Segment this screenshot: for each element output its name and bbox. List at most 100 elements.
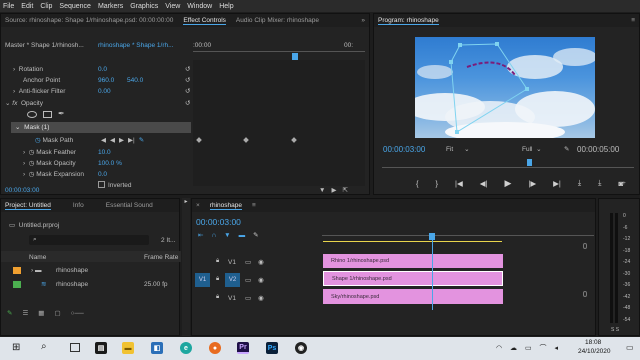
add-button-icon[interactable]: + [622, 178, 626, 188]
stopwatch-icon[interactable]: ◷ [29, 159, 35, 167]
timeline-timecode[interactable]: 00:00:03:00 [196, 217, 241, 227]
task-view-icon[interactable] [70, 343, 80, 352]
lock-icon[interactable]: 🔒︎ [216, 258, 219, 265]
mask-label[interactable]: Mask (1) [24, 124, 49, 131]
store-icon[interactable]: ◧ [151, 342, 163, 354]
reset-icon[interactable]: ↺ [185, 98, 190, 108]
menu-item-window[interactable]: Window [187, 3, 212, 10]
reset-icon[interactable]: ↺ [185, 64, 190, 74]
settings-wrench-icon[interactable]: ✎ [253, 231, 258, 239]
stopwatch-icon[interactable]: ◷ [29, 170, 35, 178]
reset-icon[interactable]: ↺ [185, 86, 190, 96]
menu-item-file[interactable]: File [3, 3, 14, 10]
magnet-icon[interactable]: ∩ [211, 232, 216, 239]
col-name[interactable]: Name [29, 252, 46, 262]
zoom-slider-icon[interactable]: ○── [71, 310, 84, 317]
track-forward-icon[interactable]: ▶ [119, 136, 124, 144]
step-back-icon[interactable]: ◀ [101, 136, 106, 144]
step-back-icon[interactable]: ◀| [480, 179, 488, 188]
eye-icon[interactable]: ◉ [258, 258, 264, 266]
file-explorer-icon[interactable]: ▤ [95, 342, 107, 354]
edge-icon[interactable]: e [180, 342, 192, 354]
ec-ruler[interactable] [193, 51, 365, 52]
tab-audio-mixer[interactable]: Audio Clip Mixer: rhinoshape [236, 17, 319, 24]
inverted-checkbox[interactable] [98, 181, 105, 188]
rotation-value[interactable]: 0.0 [98, 64, 107, 74]
expansion-value[interactable]: 0.0 [98, 169, 107, 179]
sync-lock-icon[interactable]: ▭ [245, 258, 251, 266]
notification-icon[interactable]: ▭ [626, 343, 634, 352]
icon-view-icon[interactable]: ▦ [38, 309, 44, 317]
master-label[interactable]: Master * Shape 1/rhinosh... [5, 40, 84, 50]
program-timebar[interactable] [382, 167, 634, 168]
eye-icon[interactable]: ◉ [258, 294, 264, 302]
quality-dropdown[interactable]: Full ⌄ [522, 144, 542, 154]
chevron-right-icon[interactable]: › [23, 160, 25, 167]
track-label-v3[interactable]: V1 [228, 257, 236, 267]
fit-dropdown[interactable]: Fit ⌄ [446, 144, 470, 154]
mark-in-icon[interactable]: { [416, 179, 419, 188]
chevron-right-icon[interactable]: › [13, 66, 15, 73]
panel-menu-icon[interactable]: ≡ [631, 17, 635, 24]
clock-time[interactable]: 18:08 [585, 339, 601, 346]
menu-item-edit[interactable]: Edit [21, 3, 33, 10]
play-icon[interactable]: ▶ [504, 178, 511, 189]
anchor-y-value[interactable]: 540.0 [127, 75, 143, 85]
track-forward-step-icon[interactable]: ▶| [128, 136, 135, 144]
tab-essential-sound[interactable]: Essential Sound [106, 202, 153, 209]
marker-icon[interactable]: ▼ [224, 232, 230, 239]
reset-icon[interactable]: ↺ [185, 75, 190, 85]
tab-effect-controls[interactable]: Effect Controls [183, 17, 226, 25]
col-frame-rate[interactable]: Frame Rate [144, 252, 178, 262]
work-area-bar[interactable] [323, 241, 502, 242]
ec-playhead-marker[interactable] [292, 53, 298, 60]
timeline-playhead-marker[interactable] [429, 233, 435, 240]
ec-timecode[interactable]: 00:00:03:00 [5, 185, 39, 195]
step-forward-icon[interactable]: |▶ [528, 179, 536, 188]
windows-start-icon[interactable]: ⊞ [12, 342, 20, 353]
selection-tool-icon[interactable]: ▸ [182, 198, 190, 205]
track-target-v2[interactable]: V2 [225, 273, 240, 287]
linked-selection-icon[interactable]: ▬ [239, 232, 246, 239]
mark-out-icon[interactable]: } [436, 179, 439, 188]
insert-icon[interactable]: ⤓ [578, 178, 581, 188]
tab-source[interactable]: Source: rhinoshape: Shape 1/rhinoshape.p… [5, 17, 173, 24]
track-backward-icon[interactable]: ◀ [110, 136, 115, 144]
label-color-swatch[interactable] [13, 281, 21, 288]
tray-icons[interactable]: ◠ ☁ ▭ ⌒ ◂ [496, 343, 561, 353]
clip-label[interactable]: rhinoshape * Shape 1/rh... [98, 40, 174, 50]
project-item-name[interactable]: rhinoshape [56, 279, 88, 289]
sync-lock-icon[interactable]: ▭ [245, 294, 251, 302]
scrollbar-handle[interactable] [583, 243, 587, 249]
project-item-name[interactable]: rhinoshape [56, 265, 88, 275]
go-to-out-icon[interactable]: ▶| [553, 179, 561, 188]
label-color-swatch[interactable] [13, 267, 21, 274]
tab-project[interactable]: Project: Untitled [5, 202, 51, 210]
tab-timeline[interactable]: rhinoshape [209, 202, 242, 210]
tab-info[interactable]: Info [73, 202, 84, 209]
feather-value[interactable]: 10.0 [98, 147, 111, 157]
explorer-folder-icon[interactable]: ▬ [122, 342, 134, 354]
play-audio-icon[interactable]: ▶ [331, 186, 336, 194]
mask-opacity-value[interactable]: 100.0 % [98, 158, 122, 168]
clip-sky[interactable]: Sky/rhinoshape.psd [323, 289, 503, 304]
program-video-frame[interactable] [415, 37, 595, 138]
tab-program[interactable]: Program: rhinoshape [378, 17, 439, 25]
program-playhead[interactable] [527, 159, 532, 166]
lock-icon[interactable]: 🔒︎ [216, 294, 219, 301]
chevron-right-icon[interactable]: › [23, 171, 25, 178]
chevron-down-icon[interactable]: ⌄ [15, 123, 20, 131]
menu-item-help[interactable]: Help [219, 3, 233, 10]
chevron-right-icon[interactable]: › ▬ [31, 265, 41, 275]
clock-date[interactable]: 24/10/2020 [578, 348, 611, 355]
overwrite-icon[interactable]: ⤓ [598, 178, 601, 188]
search-input[interactable] [29, 235, 149, 245]
clip-rhino[interactable]: Rhino 1/rhinoshape.psd [323, 254, 503, 268]
solo-buttons[interactable]: S S [611, 325, 619, 335]
menu-item-sequence[interactable]: Sequence [59, 3, 91, 10]
pen-mask-icon[interactable]: ✒ [58, 109, 65, 118]
firefox-icon[interactable]: ● [209, 342, 221, 354]
menu-item-graphics[interactable]: Graphics [130, 3, 158, 10]
menu-item-clip[interactable]: Clip [40, 3, 52, 10]
scrollbar-handle[interactable] [583, 291, 587, 297]
